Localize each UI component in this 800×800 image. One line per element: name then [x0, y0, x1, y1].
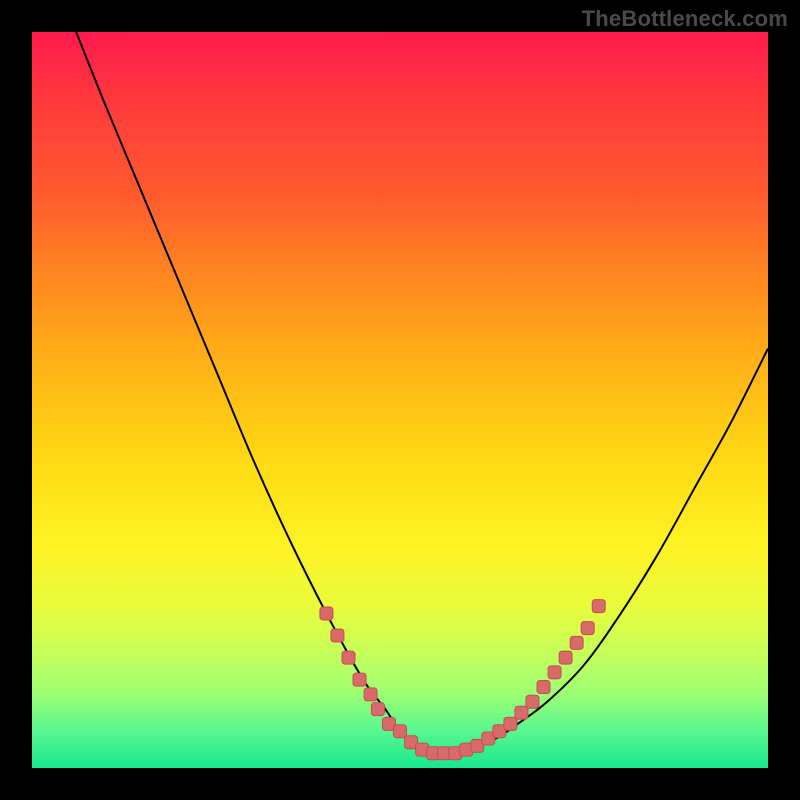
data-marker: [581, 622, 594, 635]
marker-group: [320, 600, 605, 760]
series-left-branch: [76, 32, 444, 754]
data-marker: [320, 607, 333, 620]
data-marker: [331, 629, 344, 642]
data-marker: [537, 681, 550, 694]
series-group: [76, 32, 768, 754]
data-marker: [559, 651, 572, 664]
data-marker: [342, 651, 355, 664]
chart-frame: TheBottleneck.com: [0, 0, 800, 800]
chart-svg: [32, 32, 768, 768]
watermark-text: TheBottleneck.com: [582, 6, 788, 32]
data-marker: [364, 688, 377, 701]
data-marker: [592, 600, 605, 613]
data-marker: [548, 666, 561, 679]
data-marker: [504, 717, 517, 730]
data-marker: [394, 725, 407, 738]
data-marker: [526, 695, 539, 708]
data-marker: [515, 706, 528, 719]
plot-area: [32, 32, 768, 768]
data-marker: [353, 673, 366, 686]
data-marker: [371, 703, 384, 716]
series-right-branch: [444, 348, 768, 753]
data-marker: [570, 636, 583, 649]
